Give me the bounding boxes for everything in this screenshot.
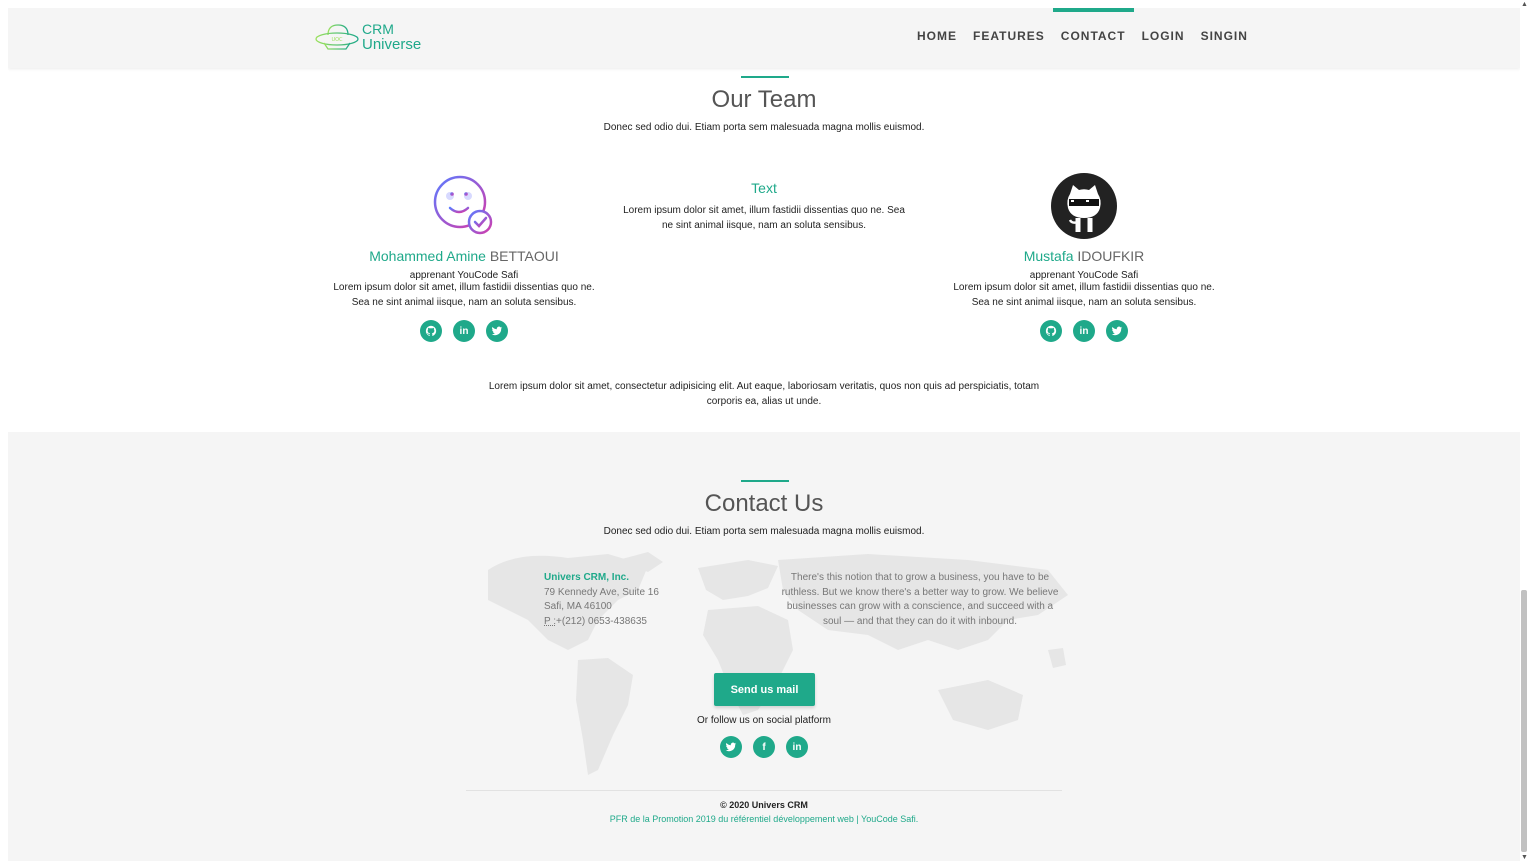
member-first-name: Mohammed Amine xyxy=(369,248,486,264)
member-last-name: BETTAOUI xyxy=(489,248,559,264)
address-city: Safi, MA 46100 xyxy=(544,601,612,612)
member-description: Lorem ipsum dolor sit amet, illum fastid… xyxy=(333,282,595,308)
middle-title: Text xyxy=(751,180,777,196)
brand-line2: Universe xyxy=(362,36,422,53)
footer-divider xyxy=(466,790,1062,791)
contact-socials: f in xyxy=(8,736,1520,758)
nav-signin[interactable]: SINGIN xyxy=(1193,8,1256,68)
facebook-icon[interactable]: f xyxy=(753,736,775,758)
section-accent-bar xyxy=(741,76,789,78)
member-role: apprenant YouCode Safi xyxy=(1029,270,1139,281)
member-role: apprenant YouCode Safi xyxy=(409,270,519,281)
section-accent-bar xyxy=(741,480,789,482)
navbar: UOC CRM Universe HOME FEATURES CONTACT L… xyxy=(8,8,1520,68)
member-socials: in xyxy=(934,320,1234,342)
brand-line1: CRM xyxy=(362,21,394,37)
main-nav: HOME FEATURES CONTACT LOGIN SINGIN xyxy=(909,8,1256,68)
company-name: Univers CRM, Inc. xyxy=(544,572,630,583)
middle-description: Lorem ipsum dolor sit amet, illum fastid… xyxy=(623,205,905,231)
company-address: Univers CRM, Inc. 79 Kennedy Ave, Suite … xyxy=(544,571,659,629)
linkedin-icon[interactable]: in xyxy=(786,736,808,758)
credits-text[interactable]: PFR de la Promotion 2019 du référentiel … xyxy=(8,814,1520,824)
copyright-text: © 2020 Univers CRM xyxy=(720,800,808,810)
nav-features[interactable]: FEATURES xyxy=(965,8,1053,68)
team-subtitle: Donec sed odio dui. Etiam porta sem male… xyxy=(603,122,925,133)
team-title: Our Team xyxy=(711,86,817,113)
scroll-down-icon[interactable]: ▼ xyxy=(1521,854,1528,861)
member-last-name: IDOUFKIR xyxy=(1077,248,1145,264)
contact-title: Contact Us xyxy=(704,490,824,517)
scrollbar-thumb[interactable] xyxy=(1521,590,1527,852)
member-name: Mustafa IDOUFKIR xyxy=(934,248,1234,264)
contact-section: Contact Us Donec sed odio dui. Etiam por… xyxy=(8,432,1520,861)
page: UOC CRM Universe HOME FEATURES CONTACT L… xyxy=(8,8,1520,861)
nav-login[interactable]: LOGIN xyxy=(1134,8,1193,68)
vertical-scrollbar[interactable]: ▲ ▼ xyxy=(1520,0,1528,861)
team-member-card: Mustafa IDOUFKIR apprenant YouCode Safi … xyxy=(934,172,1234,342)
team-section: Our Team Donec sed odio dui. Etiam porta… xyxy=(8,68,1520,432)
send-mail-button[interactable]: Send us mail xyxy=(714,673,815,706)
member-socials: in xyxy=(314,320,614,342)
brand-logo[interactable]: UOC CRM Universe xyxy=(314,18,421,56)
team-middle-block: Text Lorem ipsum dolor sit amet, illum f… xyxy=(619,180,909,233)
member-description: Lorem ipsum dolor sit amet, illum fastid… xyxy=(953,282,1215,308)
linkedin-icon[interactable]: in xyxy=(453,320,475,342)
address-phone: P :+(212) 0653-438635 xyxy=(544,615,659,630)
member-first-name: Mustafa xyxy=(1023,248,1074,264)
twitter-icon[interactable] xyxy=(486,320,508,342)
linkedin-icon[interactable]: in xyxy=(1073,320,1095,342)
address-street: 79 Kennedy Ave, Suite 16 xyxy=(544,586,659,598)
github-icon[interactable] xyxy=(1040,320,1062,342)
nav-home[interactable]: HOME xyxy=(909,8,965,68)
member-name: Mohammed Amine BETTAOUI xyxy=(314,248,614,264)
github-icon[interactable] xyxy=(420,320,442,342)
phone-number: +(212) 0653-438635 xyxy=(556,615,647,627)
team-footer-text: Lorem ipsum dolor sit amet, consectetur … xyxy=(488,381,1040,407)
contact-notion-text: There's this notion that to grow a busin… xyxy=(781,572,1059,627)
ufo-logo-icon: UOC xyxy=(315,24,359,50)
twitter-icon[interactable] xyxy=(1106,320,1128,342)
nav-contact[interactable]: CONTACT xyxy=(1052,8,1134,68)
twitter-icon[interactable] xyxy=(720,736,742,758)
team-member-card: Mohammed Amine BETTAOUI apprenant YouCod… xyxy=(314,172,614,342)
follow-text: Or follow us on social platform xyxy=(697,715,831,726)
github-octocat-sunglasses-icon xyxy=(1051,173,1117,239)
svg-text:UOC: UOC xyxy=(331,37,343,43)
contact-subtitle: Donec sed odio dui. Etiam porta sem male… xyxy=(603,526,925,537)
phone-label: P : xyxy=(544,615,557,627)
scroll-up-icon[interactable]: ▲ xyxy=(1521,1,1528,8)
smiley-check-icon xyxy=(433,175,493,235)
